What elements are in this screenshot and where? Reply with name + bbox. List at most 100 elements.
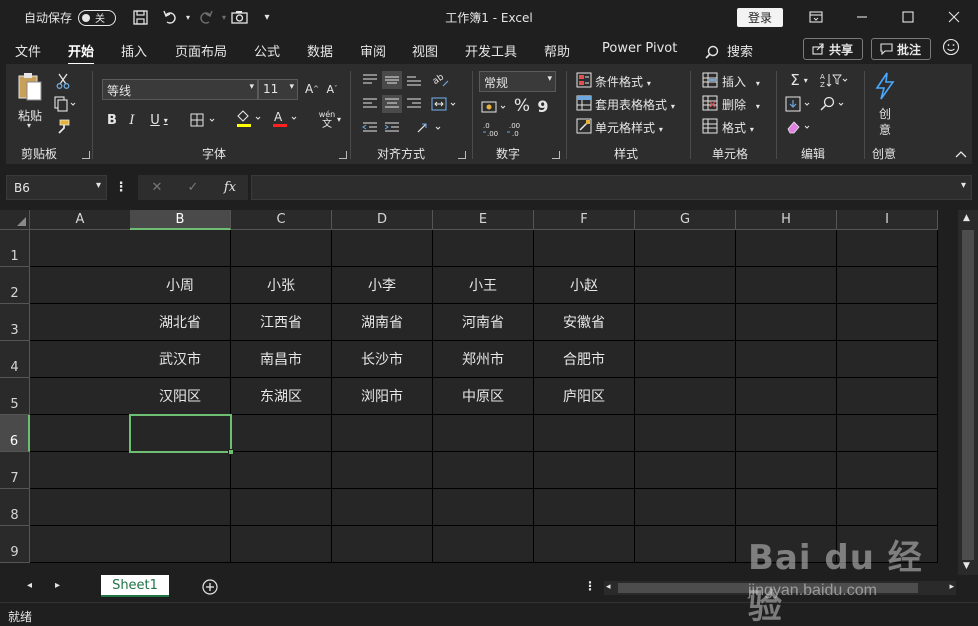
cell-a9[interactable] bbox=[30, 526, 131, 563]
cell-g8[interactable] bbox=[635, 489, 736, 526]
fill-handle[interactable] bbox=[228, 449, 234, 455]
row-header-3[interactable]: 3 bbox=[0, 304, 30, 341]
sort-filter-icon[interactable]: AZ bbox=[818, 71, 850, 89]
cell-f9[interactable] bbox=[534, 526, 635, 563]
alignment-launcher-icon[interactable] bbox=[458, 151, 466, 159]
insert-cells-button[interactable]: 插入 ▾ bbox=[722, 73, 760, 90]
cell-i5[interactable] bbox=[837, 378, 938, 415]
cell-i6[interactable] bbox=[837, 415, 938, 452]
tab-data[interactable]: 数据 bbox=[307, 41, 333, 60]
column-header-b[interactable]: B bbox=[130, 210, 231, 230]
cell-e6[interactable] bbox=[433, 415, 534, 452]
align-left-icon[interactable] bbox=[360, 95, 380, 113]
tab-home[interactable]: 开始 bbox=[68, 41, 95, 66]
format-painter-icon[interactable] bbox=[53, 119, 71, 135]
row-header-5[interactable]: 5 bbox=[0, 378, 30, 415]
cell-g7[interactable] bbox=[635, 452, 736, 489]
cell-c5[interactable]: 东湖区 bbox=[231, 378, 332, 415]
ribbon-display-icon[interactable] bbox=[793, 0, 839, 34]
next-sheet-icon[interactable]: ▸ bbox=[55, 580, 60, 591]
cell-i4[interactable] bbox=[837, 341, 938, 378]
cell-g9[interactable] bbox=[635, 526, 736, 563]
tab-split-icon[interactable]: ⋮ bbox=[584, 579, 596, 593]
collapse-ribbon-icon[interactable] bbox=[954, 149, 968, 159]
cell-h6[interactable] bbox=[736, 415, 837, 452]
cell-b8[interactable] bbox=[130, 489, 231, 526]
format-as-table-icon[interactable] bbox=[576, 95, 592, 111]
decrease-font-icon[interactable]: Aˇ bbox=[324, 81, 340, 97]
cell-e8[interactable] bbox=[433, 489, 534, 526]
column-header-i[interactable]: I bbox=[837, 210, 938, 230]
cut-icon[interactable] bbox=[54, 73, 72, 89]
cell-f1[interactable] bbox=[534, 230, 635, 267]
conditional-format-icon[interactable] bbox=[576, 72, 592, 88]
ideas-icon[interactable] bbox=[872, 71, 898, 101]
column-header-h[interactable]: H bbox=[736, 210, 837, 230]
format-cells-icon[interactable] bbox=[702, 118, 718, 134]
cell-g6[interactable] bbox=[635, 415, 736, 452]
cell-d1[interactable] bbox=[332, 230, 433, 267]
name-box[interactable]: B6 ▾ bbox=[6, 175, 107, 200]
format-cells-button[interactable]: 格式 ▾ bbox=[722, 119, 754, 136]
cell-i8[interactable] bbox=[837, 489, 938, 526]
align-top-icon[interactable] bbox=[360, 71, 380, 89]
bold-icon[interactable]: B bbox=[104, 111, 120, 129]
scroll-down-icon[interactable]: ▼ bbox=[963, 561, 970, 571]
scroll-right-icon[interactable]: ▸ bbox=[949, 582, 954, 592]
more-options-icon[interactable]: ⋮ bbox=[115, 179, 128, 195]
align-right-icon[interactable] bbox=[404, 95, 424, 113]
autosum-icon[interactable]: Σ ▾ bbox=[784, 71, 814, 89]
cell-c7[interactable] bbox=[231, 452, 332, 489]
expand-formula-icon[interactable]: ▾ bbox=[961, 180, 966, 191]
cell-a4[interactable] bbox=[30, 341, 131, 378]
phonetic-dropdown-icon[interactable]: ▾ bbox=[337, 115, 341, 124]
italic-icon[interactable]: I bbox=[124, 111, 140, 129]
row-header-9[interactable]: 9 bbox=[0, 526, 30, 563]
cell-a7[interactable] bbox=[30, 452, 131, 489]
font-color-icon[interactable]: A bbox=[270, 109, 302, 129]
comma-style-icon[interactable]: 9 bbox=[537, 96, 549, 116]
cell-e5[interactable]: 中原区 bbox=[433, 378, 534, 415]
row-header-8[interactable]: 8 bbox=[0, 489, 30, 526]
tab-review[interactable]: 审阅 bbox=[360, 41, 386, 60]
formula-input[interactable]: ▾ bbox=[251, 175, 972, 200]
increase-indent-icon[interactable] bbox=[382, 119, 402, 137]
cell-h1[interactable] bbox=[736, 230, 837, 267]
scroll-up-icon[interactable]: ▲ bbox=[963, 213, 970, 223]
cell-a5[interactable] bbox=[30, 378, 131, 415]
cell-f7[interactable] bbox=[534, 452, 635, 489]
comments-button[interactable]: 批注 bbox=[871, 38, 931, 60]
cell-b4[interactable]: 武汉市 bbox=[130, 341, 231, 378]
tab-insert[interactable]: 插入 bbox=[121, 41, 147, 60]
fill-color-icon[interactable] bbox=[234, 109, 266, 129]
orientation-icon[interactable]: ab bbox=[430, 71, 452, 89]
maximize-icon[interactable] bbox=[885, 0, 931, 34]
merge-center-icon[interactable] bbox=[430, 95, 460, 113]
tab-formulas[interactable]: 公式 bbox=[254, 41, 280, 60]
font-name-select[interactable]: 等线 ▾ bbox=[102, 79, 258, 100]
conditional-format-button[interactable]: 条件格式 ▾ bbox=[595, 73, 651, 90]
cell-h7[interactable] bbox=[736, 452, 837, 489]
row-header-7[interactable]: 7 bbox=[0, 452, 30, 489]
prev-sheet-icon[interactable]: ◂ bbox=[27, 580, 32, 591]
column-header-g[interactable]: G bbox=[635, 210, 736, 230]
cell-e7[interactable] bbox=[433, 452, 534, 489]
vertical-scroll-thumb[interactable] bbox=[962, 230, 974, 560]
borders-icon[interactable] bbox=[190, 111, 220, 129]
cell-h8[interactable] bbox=[736, 489, 837, 526]
cell-c3[interactable]: 江西省 bbox=[231, 304, 332, 341]
scroll-left-icon[interactable]: ◂ bbox=[606, 582, 611, 592]
cell-d7[interactable] bbox=[332, 452, 433, 489]
cell-styles-button[interactable]: 单元格样式 ▾ bbox=[595, 119, 663, 136]
cell-g4[interactable] bbox=[635, 341, 736, 378]
cell-i3[interactable] bbox=[837, 304, 938, 341]
insert-cells-icon[interactable] bbox=[702, 72, 718, 88]
delete-cells-button[interactable]: 删除 ▾ bbox=[722, 96, 760, 113]
add-sheet-icon[interactable] bbox=[202, 579, 218, 595]
cell-e4[interactable]: 郑州市 bbox=[433, 341, 534, 378]
login-button[interactable]: 登录 bbox=[737, 8, 783, 27]
cell-d2[interactable]: 小李 bbox=[332, 267, 433, 304]
share-button[interactable]: 共享 bbox=[803, 38, 863, 60]
format-as-table-button[interactable]: 套用表格格式 ▾ bbox=[595, 96, 675, 113]
decrease-decimal-icon[interactable]: .00.0 bbox=[505, 120, 527, 138]
